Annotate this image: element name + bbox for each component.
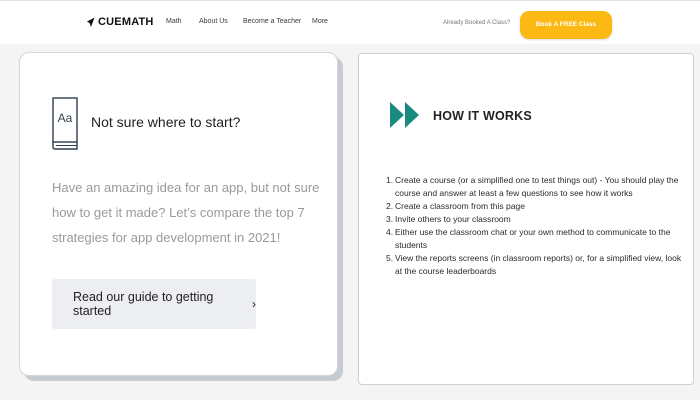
step-text: Create a classroom from this page	[395, 201, 525, 211]
step-text: Either use the classroom chat or your ow…	[395, 227, 671, 250]
step-text: Invite others to your classroom	[395, 214, 511, 224]
logo-text: CUEMATH	[98, 16, 154, 28]
read-guide-label: Read our guide to getting started	[73, 290, 214, 318]
nav-link-about-us[interactable]: About Us	[199, 18, 228, 25]
left-card-title: Not sure where to start?	[91, 114, 241, 130]
step-number: 1.	[386, 175, 394, 185]
already-booked-link[interactable]: Already Booked A Class?	[443, 20, 510, 26]
book-aa-icon-text: Aa	[58, 111, 73, 125]
list-item: 5. View the reports screens (in classroo…	[386, 252, 688, 278]
list-item: 3. Invite others to your classroom	[386, 213, 688, 226]
read-guide-button[interactable]: Read our guide to getting started ›	[52, 279, 256, 329]
steps-list: 1. Create a course (or a simplified one …	[386, 174, 688, 278]
list-item: 4. Either use the classroom chat or your…	[386, 226, 688, 252]
step-number: 2.	[386, 201, 394, 211]
rocket-icon	[86, 17, 95, 27]
top-nav: CUEMATH Math About Us Become a Teacher M…	[0, 0, 700, 44]
nav-link-more[interactable]: More	[312, 18, 328, 25]
how-it-works-title: HOW IT WORKS	[433, 109, 532, 123]
list-item: 2. Create a classroom from this page	[386, 200, 688, 213]
book-aa-icon: Aa	[52, 97, 78, 150]
getting-started-card: Aa Not sure where to start? Have an amaz…	[19, 52, 338, 376]
book-free-class-button[interactable]: Book A FREE Class	[520, 11, 612, 39]
step-text: Create a course (or a simplified one to …	[395, 175, 679, 198]
nav-link-math[interactable]: Math	[166, 18, 182, 25]
nav-link-become-a-teacher[interactable]: Become a Teacher	[243, 18, 301, 25]
how-it-works-card: HOW IT WORKS 1. Create a course (or a si…	[358, 53, 694, 385]
list-item: 1. Create a course (or a simplified one …	[386, 174, 688, 200]
chevron-right-icon: ›	[252, 297, 256, 311]
cuemath-logo[interactable]: CUEMATH	[86, 16, 154, 28]
left-card-description: Have an amazing idea for an app, but not…	[52, 180, 320, 245]
fast-forward-icon	[390, 102, 419, 128]
step-number: 4.	[386, 227, 394, 237]
step-text: View the reports screens (in classroom r…	[395, 253, 682, 276]
step-number: 5.	[386, 253, 394, 263]
step-number: 3.	[386, 214, 394, 224]
